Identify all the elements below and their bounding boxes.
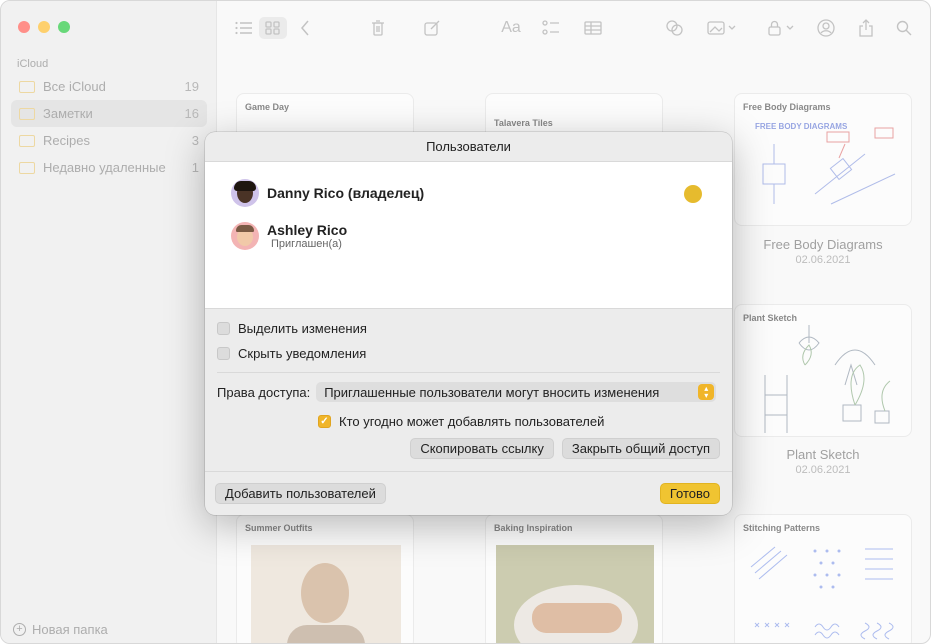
display-options: Выделить изменения Скрыть уведомления	[205, 309, 732, 372]
stop-sharing-button[interactable]: Закрыть общий доступ	[561, 438, 720, 459]
popup-chevrons-icon: ▴ ▾	[698, 384, 715, 400]
avatar	[231, 222, 259, 250]
checkbox-unchecked-icon	[217, 347, 230, 360]
highlight-changes-checkbox[interactable]: Выделить изменения	[217, 316, 720, 341]
memoji-hair	[236, 225, 254, 232]
participant-name: Danny Rico (владелец)	[267, 185, 425, 201]
hide-alerts-checkbox[interactable]: Скрыть уведомления	[217, 341, 720, 366]
anyone-can-add-checkbox[interactable]: ✓ Кто угодно может добавлять пользовател…	[318, 409, 732, 434]
participant-name: Ashley Rico	[267, 222, 348, 238]
checkbox-label: Скрыть уведомления	[238, 346, 367, 361]
permissions-row: Права доступа: Приглашенные пользователи…	[205, 382, 732, 402]
link-actions: Скопировать ссылку Закрыть общий доступ	[205, 438, 732, 459]
copy-link-button[interactable]: Скопировать ссылку	[410, 438, 554, 459]
permissions-value: Приглашенные пользователи могут вносить …	[324, 384, 660, 400]
memoji-hair	[234, 181, 256, 191]
avatar	[231, 179, 259, 207]
participant-info: Ashley Rico Приглашен(а)	[267, 222, 347, 250]
checkbox-checked-icon: ✓	[318, 415, 331, 428]
divider	[217, 372, 720, 373]
participants-list: Danny Rico (владелец) Ashley Rico Пригла…	[205, 162, 732, 309]
dialog-footer: Добавить пользователей Готово	[205, 472, 732, 504]
add-people-button[interactable]: Добавить пользователей	[215, 483, 386, 504]
owner-color-indicator	[684, 185, 702, 203]
collaboration-dialog: Пользователи Danny Rico (владелец) Ashle…	[205, 132, 732, 515]
permissions-label: Права доступа:	[217, 384, 311, 400]
checkbox-label: Кто угодно может добавлять пользователей	[339, 414, 605, 429]
checkbox-label: Выделить изменения	[238, 321, 367, 336]
participant-row-owner[interactable]: Danny Rico (владелец)	[231, 179, 424, 207]
checkbox-unchecked-icon	[217, 322, 230, 335]
permissions-popup[interactable]: Приглашенные пользователи могут вносить …	[316, 382, 717, 402]
notes-window: iCloud Все iCloud 19 Заметки 16 Recipes …	[0, 0, 931, 644]
done-button[interactable]: Готово	[659, 483, 720, 504]
participant-status: Приглашен(а)	[271, 238, 342, 250]
dialog-title: Пользователи	[205, 132, 732, 162]
participant-row-invited[interactable]: Ashley Rico Приглашен(а)	[231, 222, 347, 250]
